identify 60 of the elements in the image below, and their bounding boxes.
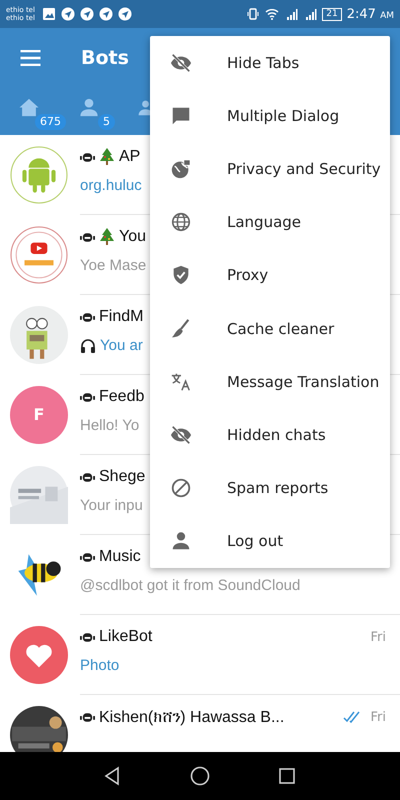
recents-icon[interactable]	[276, 766, 297, 786]
chat-name: Music	[99, 548, 141, 566]
chat-name: Kishen(ክሸን) Hawassa B...	[99, 708, 284, 726]
bot-icon	[80, 311, 95, 323]
menu-icon[interactable]	[20, 50, 41, 66]
menu-item[interactable]: Hide Tabs	[150, 36, 390, 90]
chat-time: Fri	[370, 630, 386, 644]
menu-item-icon	[170, 424, 192, 446]
chat-preview: Photo	[80, 657, 120, 674]
notification-icon	[80, 7, 94, 21]
page-title: Bots	[81, 47, 129, 69]
menu-item-icon	[170, 158, 192, 180]
image-icon	[42, 7, 56, 21]
wifi-icon	[265, 7, 280, 21]
chat-name: Shege	[99, 468, 146, 486]
chat-name: Feedb	[99, 388, 144, 406]
chat-name: You	[119, 228, 146, 246]
bot-icon	[80, 551, 95, 563]
menu-item[interactable]: Spam reports	[150, 462, 390, 515]
vibrate-icon	[246, 7, 260, 21]
bot-icon	[80, 471, 95, 483]
count-badge: 675	[35, 114, 66, 130]
chat-name: FindM	[99, 308, 144, 326]
bot-icon	[80, 711, 95, 723]
chat-preview: org.huluc	[80, 177, 142, 194]
chat-preview: You ar	[100, 337, 143, 354]
bot-icon	[80, 231, 95, 243]
chat-preview: @scdlbot got it from SoundCloud	[80, 577, 300, 594]
notification-icon	[98, 7, 113, 21]
chat-name: AP	[119, 148, 140, 166]
bot-icon	[80, 391, 95, 403]
avatar-letter: F	[33, 405, 45, 424]
signal-icon	[284, 7, 298, 21]
bot-icon	[80, 151, 95, 163]
menu-item-icon	[170, 52, 192, 74]
chat-preview: Your inpu	[80, 497, 143, 514]
signal-icon	[303, 7, 318, 21]
menu-item[interactable]: Hidden chats	[150, 408, 390, 462]
chat-preview: Yoe Mase	[80, 257, 146, 274]
notification-icon	[118, 7, 132, 21]
menu-item-icon	[170, 318, 192, 340]
menu-item-icon	[170, 211, 192, 234]
menu-item[interactable]: Language	[150, 196, 390, 249]
chat-time: Fri	[370, 710, 386, 724]
battery-level: 21	[322, 8, 342, 20]
menu-item-icon	[170, 530, 192, 552]
chat-preview: Hello! Yo	[80, 417, 140, 434]
menu-item[interactable]: Proxy	[150, 248, 390, 302]
count-badge: 5	[98, 114, 115, 130]
notification-icon	[60, 7, 75, 21]
chat-name: LikeBot	[99, 628, 152, 646]
menu-item-icon	[170, 477, 192, 500]
menu-item[interactable]: Privacy and Security	[150, 142, 390, 196]
clock: 2:47 AM	[346, 6, 394, 22]
menu-item[interactable]: Message Translation	[150, 355, 390, 408]
menu-item[interactable]: Cache cleaner	[150, 302, 390, 356]
home-button-icon[interactable]	[190, 766, 210, 786]
menu-item[interactable]: Multiple Dialog	[150, 89, 390, 142]
bot-icon	[80, 631, 95, 643]
menu-item[interactable]: Log out	[150, 514, 390, 568]
